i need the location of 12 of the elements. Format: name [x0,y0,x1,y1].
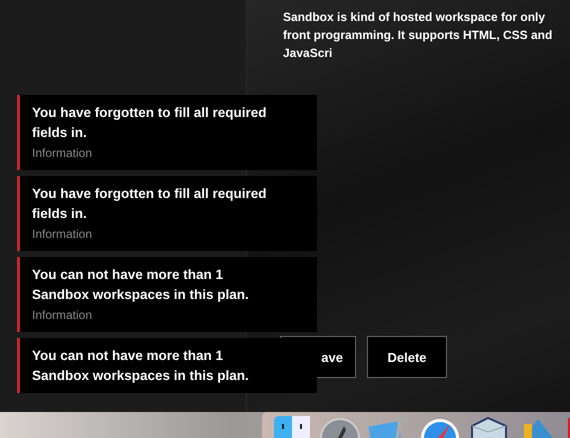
notification-message: You can not have more than 1 Sandbox workspaces in this plan. [32,266,250,304]
compass-icon[interactable] [420,416,460,438]
notification-message: You have forgotten to fill all required fields in. [32,104,268,142]
delete-button[interactable]: Delete [367,336,447,378]
cube-icon[interactable] [468,416,510,438]
notification-category: Information [32,307,94,324]
notification-category: Information [32,226,94,243]
notification-message: You have forgotten to fill all required fields in. [32,185,268,223]
description-text: Sandbox is kind of hosted workspace for only front programming. It supports HTML, CSS and JavaScri [283,9,554,62]
notification-category: Information [32,145,94,162]
face-icon[interactable] [272,416,312,438]
notification-message: You can not have more than 1 Sandbox workspaces in this plan. [32,347,250,385]
